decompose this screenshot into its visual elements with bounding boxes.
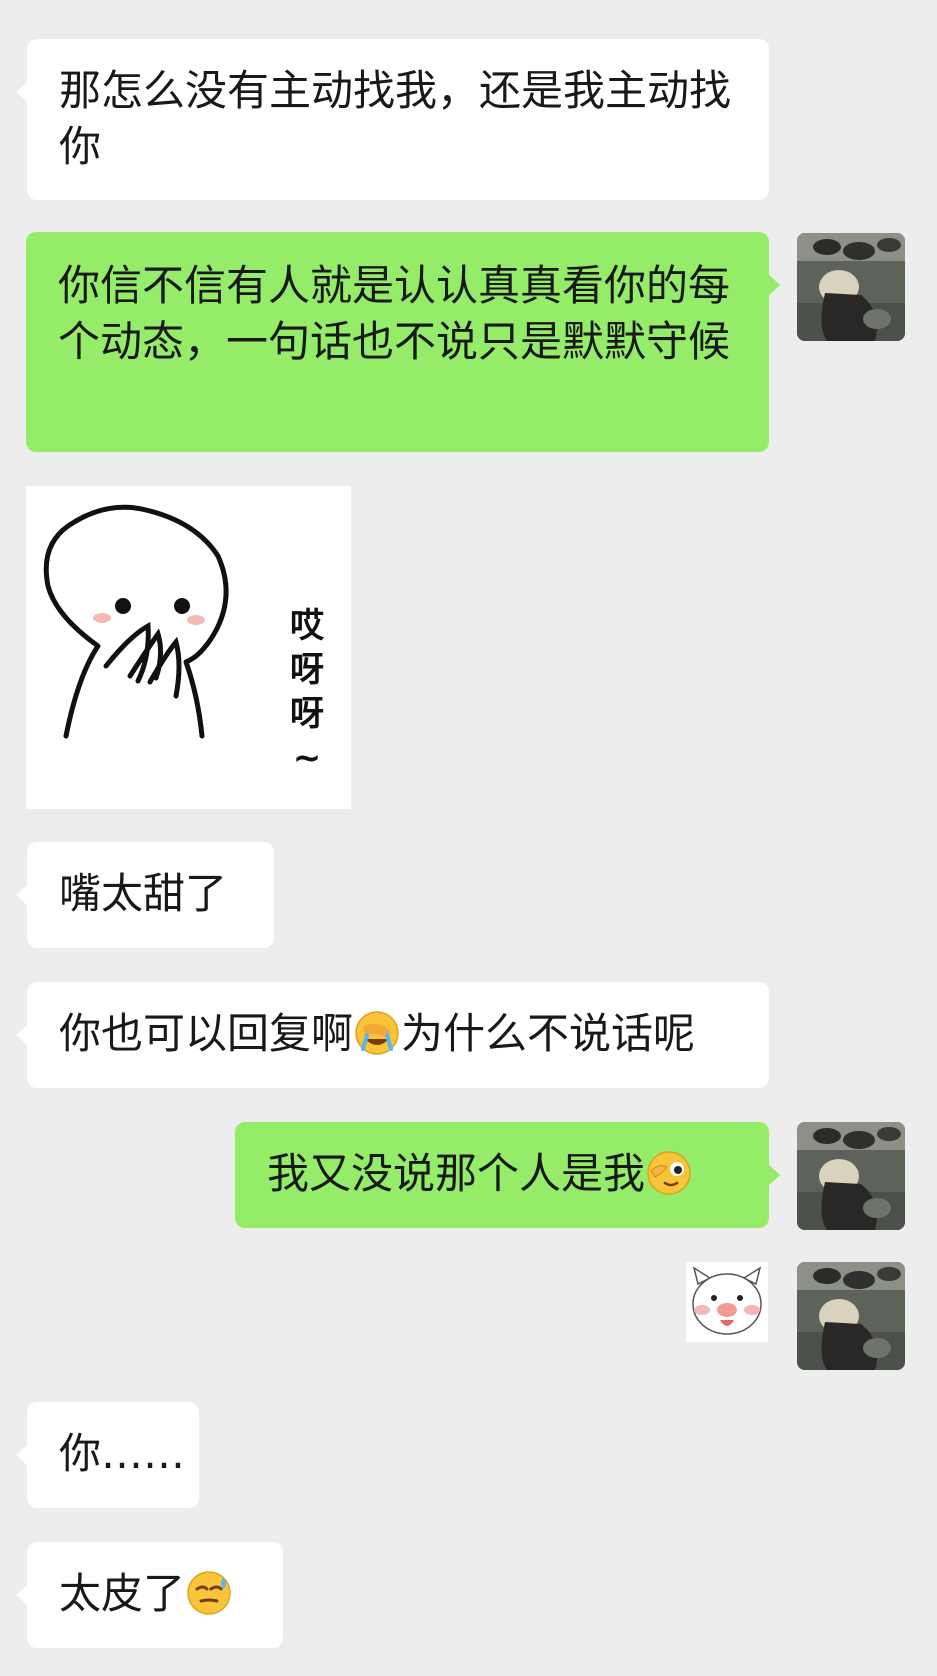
message-text: 你…… (59, 1429, 186, 1478)
message-bubble-incoming[interactable]: 嘴太甜了 (16, 842, 274, 948)
message-text: 太皮了 (59, 1569, 186, 1618)
shy-cover-mouth-sticker[interactable]: 哎呀呀~ (26, 486, 351, 809)
wink-hand-emoji (647, 1151, 691, 1195)
smirk-sweat-emoji (187, 1571, 231, 1615)
user-avatar[interactable] (797, 1122, 905, 1230)
chat-area: 那怎么没有主动找我，还是我主动找你 你信不信有人就是认认真真看你的每个动态，一句… (0, 0, 937, 1676)
pig-face-sticker[interactable] (686, 1262, 768, 1342)
message-bubble-incoming[interactable]: 太皮了 (16, 1542, 283, 1648)
message-bubble-outgoing[interactable]: 你信不信有人就是认认真真看你的每个动态，一句话也不说只是默默守候 (26, 232, 780, 452)
message-text: 我又没说那个人是我 (267, 1149, 646, 1198)
message-text: 你信不信有人就是认认真真看你的每个动态，一句话也不说只是默默守候 (58, 261, 731, 366)
message-text: 你也可以回复啊 (59, 1009, 354, 1058)
message-bubble-outgoing[interactable]: 我又没说那个人是我 (235, 1122, 780, 1228)
user-avatar[interactable] (797, 1262, 905, 1370)
message-text: 为什么不说话呢 (401, 1009, 696, 1058)
message-text: 嘴太甜了 (59, 869, 228, 918)
facepalm-crying-emoji (355, 1011, 399, 1055)
message-bubble-incoming[interactable]: 那怎么没有主动找我，还是我主动找你 (16, 39, 769, 200)
message-bubble-incoming[interactable]: 你也可以回复啊 为什么不说话呢 (16, 982, 769, 1088)
message-text: 那怎么没有主动找我，还是我主动找你 (59, 66, 732, 171)
sticker-caption: 哎呀呀~ (290, 606, 324, 778)
user-avatar[interactable] (797, 233, 905, 341)
message-bubble-incoming[interactable]: 你…… (16, 1402, 199, 1508)
